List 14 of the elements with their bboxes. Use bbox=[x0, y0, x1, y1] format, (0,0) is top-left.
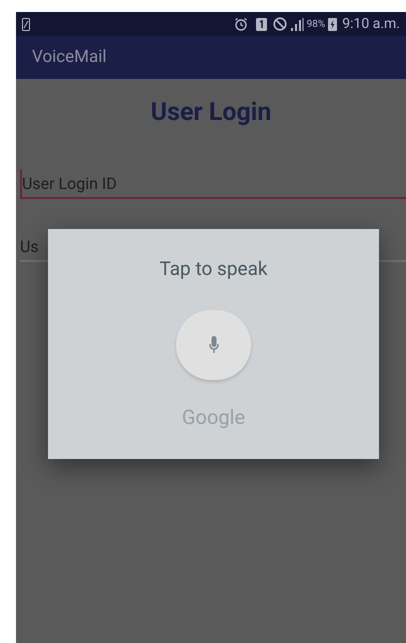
app-title: VoiceMail bbox=[32, 46, 107, 69]
signal-icon bbox=[290, 18, 304, 30]
alarm-clock-icon bbox=[234, 17, 248, 31]
phone-icon bbox=[22, 18, 30, 30]
clock-time: 9:10 a.m. bbox=[342, 14, 400, 34]
battery-charging-icon bbox=[328, 18, 338, 30]
page-title: User Login bbox=[150, 97, 272, 129]
microphone-button[interactable] bbox=[176, 310, 251, 380]
blocked-icon bbox=[272, 17, 287, 31]
microphone-icon bbox=[208, 336, 218, 354]
battery-percent: 98% bbox=[306, 18, 326, 32]
sim-card-icon bbox=[256, 18, 267, 30]
text-field[interactable]: User Login ID bbox=[20, 169, 406, 199]
dialog-prompt: Tap to speak bbox=[159, 256, 268, 282]
